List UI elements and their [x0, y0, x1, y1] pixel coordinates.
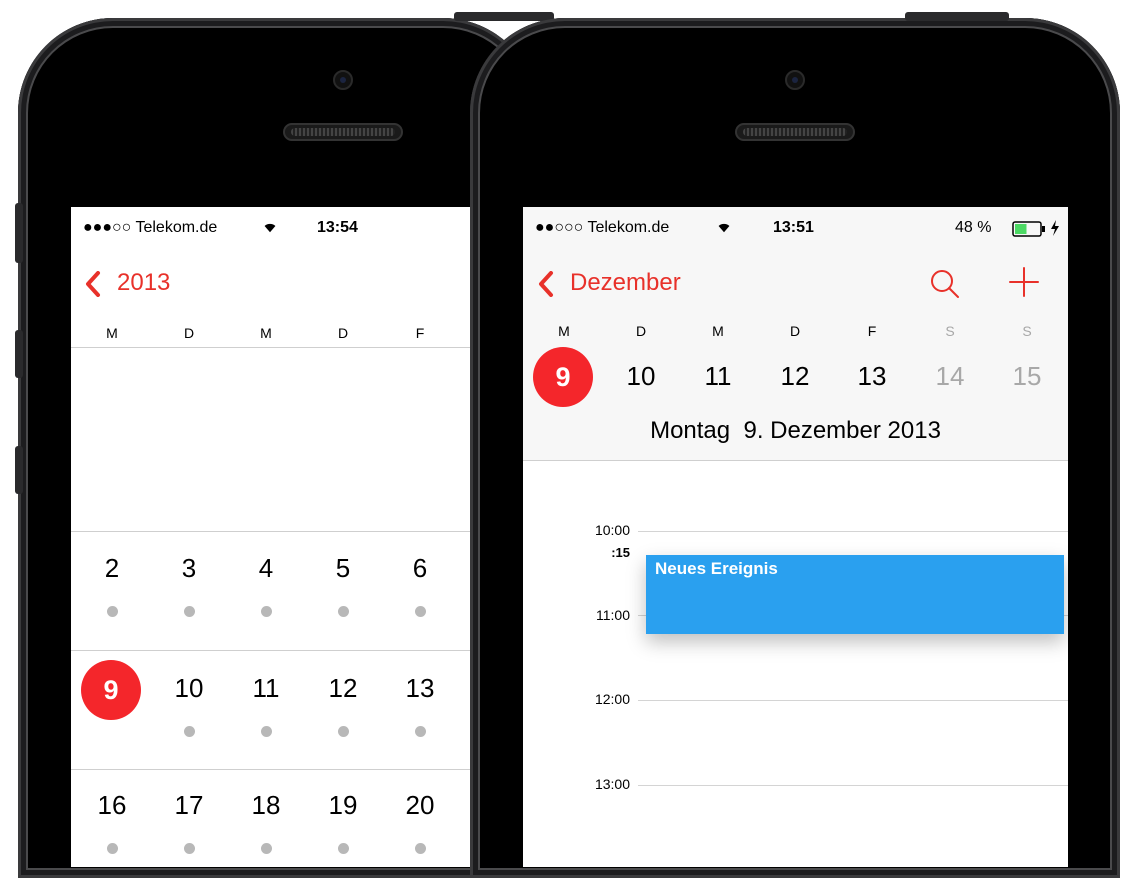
weekday-label: M: [558, 323, 570, 339]
event-title: Neues Ereignis: [655, 559, 778, 578]
hour-line: [638, 700, 1068, 701]
week-day[interactable]: 11: [683, 361, 753, 392]
header-divider: [523, 460, 1068, 461]
charging-bolt-icon: [1050, 220, 1060, 241]
event-dot: [338, 843, 349, 854]
weekday-label: D: [635, 323, 647, 339]
status-time: 13:51: [773, 219, 814, 236]
event-dot: [107, 606, 118, 617]
event-dot: [184, 843, 195, 854]
back-label: Dezember: [570, 269, 681, 296]
left-status-bar: ●●●○○ Telekom.de 13:54: [71, 207, 471, 251]
day-cell[interactable]: 4: [231, 553, 301, 584]
day-cell[interactable]: 2: [77, 553, 147, 584]
status-time: 13:54: [317, 219, 358, 236]
event-dot: [184, 726, 195, 737]
carrier-label: ●●●○○ Telekom.de: [83, 219, 218, 236]
left-screen: ●●●○○ Telekom.de 13:54 2013 M D M D F 2 …: [71, 207, 471, 867]
week-day[interactable]: 13: [837, 361, 907, 392]
day-cell[interactable]: 10: [154, 673, 224, 704]
weekday-label: D: [337, 325, 349, 341]
event-dot: [261, 606, 272, 617]
event-dot: [261, 726, 272, 737]
left-mute-switch: [15, 203, 23, 263]
weekday-label: M: [106, 325, 118, 341]
right-front-camera: [785, 70, 805, 90]
wifi-icon: [261, 217, 279, 240]
week-row-2: 9 10 11 12 13: [71, 650, 471, 769]
week-strip: 9 10 11 12 13 14 15: [523, 347, 1068, 407]
week-day[interactable]: 10: [606, 361, 676, 392]
day-cell[interactable]: 19: [308, 790, 378, 821]
day-cell[interactable]: 13: [385, 673, 455, 704]
today-marker[interactable]: 9: [81, 660, 141, 720]
event-dot: [415, 606, 426, 617]
day-cell[interactable]: 18: [231, 790, 301, 821]
search-icon: [931, 270, 959, 298]
right-screen: ●●○○○ Telekom.de 13:51 48 % Dezember M D…: [523, 207, 1068, 867]
time-label: 12:00: [594, 691, 630, 707]
left-front-camera: [333, 70, 353, 90]
day-cell[interactable]: 3: [154, 553, 224, 584]
chevron-left-icon: [86, 271, 100, 297]
battery-icon: [1012, 221, 1046, 242]
battery-percent: 48 %: [955, 219, 992, 236]
day-cell[interactable]: 12: [308, 673, 378, 704]
right-earpiece-speaker: [735, 123, 855, 141]
left-volume-down-button: [15, 446, 23, 494]
hour-line: [638, 785, 1068, 786]
time-label: 11:00: [596, 607, 630, 623]
wifi-icon: [715, 217, 733, 240]
plus-icon: [1009, 267, 1039, 297]
battery-level: [1015, 224, 1027, 234]
weekday-label: M: [712, 323, 724, 339]
add-event-button[interactable]: [1007, 265, 1041, 299]
day-cell[interactable]: 20: [385, 790, 455, 821]
left-volume-up-button: [15, 330, 23, 378]
event-dot: [338, 606, 349, 617]
weekday-label: D: [183, 325, 195, 341]
left-earpiece-speaker: [283, 123, 403, 141]
weekday-label: M: [260, 325, 272, 341]
day-cell[interactable]: 11: [231, 673, 301, 704]
week-row-1: 2 3 4 5 6: [71, 531, 471, 650]
date-title: Montag 9. Dezember 2013: [650, 417, 941, 444]
weekday-label: F: [867, 323, 877, 339]
day-cell[interactable]: 6: [385, 553, 455, 584]
chevron-left-icon: [539, 271, 553, 297]
event-dot: [338, 726, 349, 737]
week-day[interactable]: 14: [915, 361, 985, 392]
day-cell[interactable]: 5: [308, 553, 378, 584]
right-status-bar: ●●○○○ Telekom.de 13:51 48 %: [523, 207, 1068, 251]
event-dot: [261, 843, 272, 854]
time-label: 10:00: [594, 522, 630, 538]
event-dot: [415, 726, 426, 737]
weekday-label: S: [1022, 323, 1032, 339]
right-sleep-button: [905, 12, 1009, 21]
header-divider: [71, 347, 471, 348]
event-dot: [107, 843, 118, 854]
week-day[interactable]: 12: [760, 361, 830, 392]
new-event-block[interactable]: Neues Ereignis: [646, 555, 1064, 634]
week-row-3: 16 17 18 19 20: [71, 769, 471, 867]
left-sleep-button: [454, 12, 554, 21]
weekday-label: D: [789, 323, 801, 339]
back-label: 2013: [117, 269, 171, 296]
weekday-label: S: [945, 323, 955, 339]
time-label: 13:00: [594, 776, 630, 792]
event-dot: [184, 606, 195, 617]
time-label: :15: [611, 545, 630, 560]
selected-day-marker[interactable]: 9: [533, 347, 593, 407]
carrier-label: ●●○○○ Telekom.de: [535, 219, 670, 236]
weekday-label: F: [415, 325, 425, 341]
event-dot: [415, 843, 426, 854]
hour-line: [638, 531, 1068, 532]
day-cell[interactable]: 17: [154, 790, 224, 821]
week-day[interactable]: 15: [992, 361, 1062, 392]
day-cell[interactable]: 16: [77, 790, 147, 821]
search-button[interactable]: [928, 267, 962, 301]
